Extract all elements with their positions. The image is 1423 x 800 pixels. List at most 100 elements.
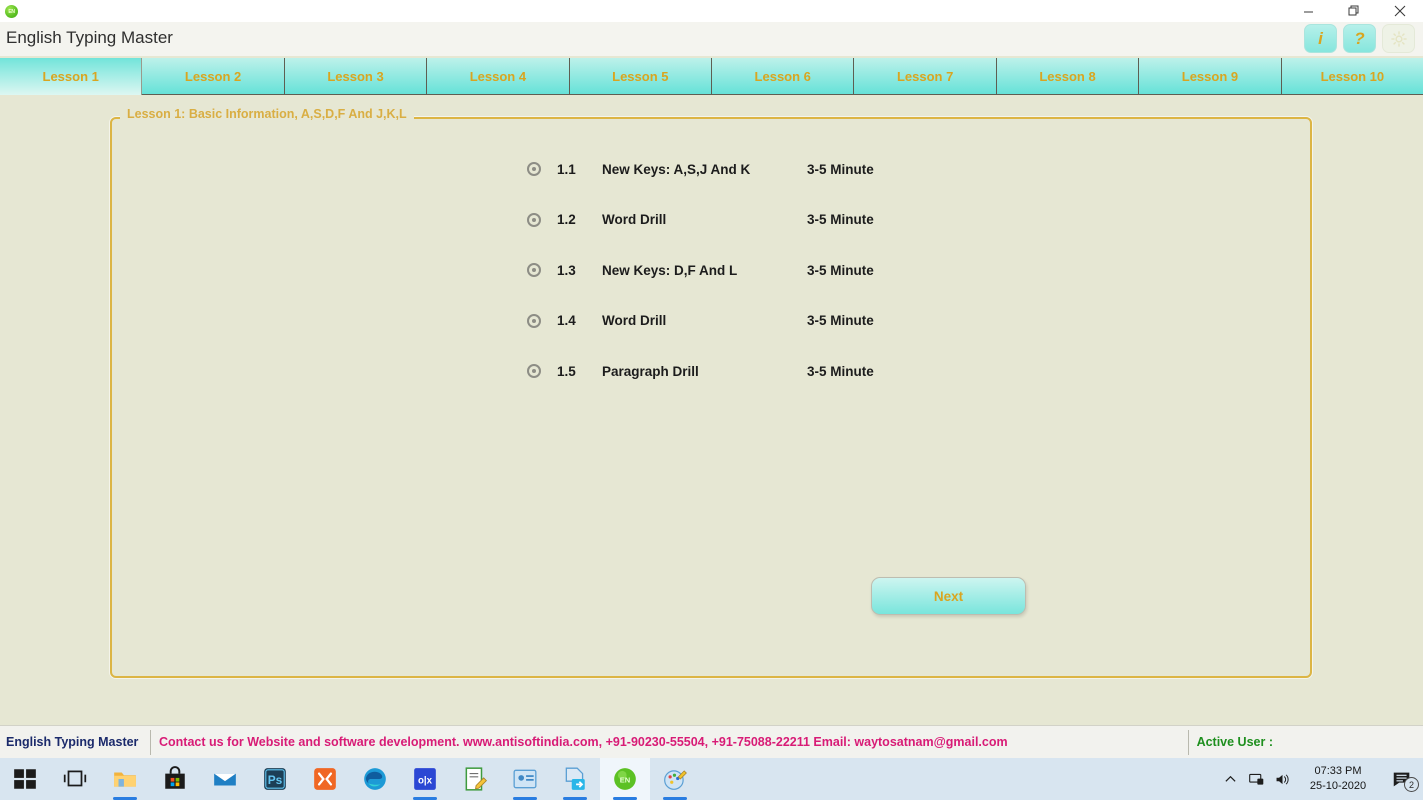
svg-text:o|x: o|x (418, 775, 433, 786)
tab-lesson-3[interactable]: Lesson 3 (284, 58, 428, 95)
notifications-button[interactable]: 2 (1381, 758, 1423, 800)
lesson-name: New Keys: A,S,J And K (602, 161, 751, 177)
list-item[interactable]: 1.5 Paragraph Drill 3-5 Minute (527, 346, 1047, 397)
restore-icon[interactable] (1331, 0, 1377, 22)
clock[interactable]: 07:33 PM 25-10-2020 (1295, 758, 1381, 800)
contact-card-icon (513, 769, 537, 789)
lesson-duration: 3-5 Minute (807, 262, 874, 278)
lesson-tabstrip: Lesson 1 Lesson 2 Lesson 3 Lesson 4 Less… (0, 58, 1423, 95)
windows-taskbar: Ps o|x EN 07:33 PM 25-10-2020 2 (0, 758, 1423, 800)
lesson-content-area: Lesson 1: Basic Information, A,S,D,F And… (0, 95, 1423, 725)
lesson-duration: 3-5 Minute (807, 363, 874, 379)
start-button[interactable] (0, 758, 50, 800)
application-window: EN English Typing Master i ? Lesson 1 Le… (0, 0, 1423, 800)
tab-label: Lesson 8 (1039, 68, 1096, 84)
lesson-name: Word Drill (602, 313, 667, 329)
olx-icon: o|x (414, 768, 436, 790)
tab-lesson-1[interactable]: Lesson 1 (0, 58, 143, 95)
task-view-icon (63, 770, 87, 787)
tab-lesson-4[interactable]: Lesson 4 (427, 58, 570, 95)
mail-button[interactable] (200, 758, 250, 800)
lesson-name: New Keys: D,F And L (602, 262, 738, 278)
help-button[interactable]: ? (1343, 24, 1376, 53)
tab-lesson-2[interactable]: Lesson 2 (142, 58, 285, 95)
network-icon[interactable] (1243, 758, 1269, 800)
notepad-editor-button[interactable] (450, 758, 500, 800)
radio-bullet-icon[interactable] (527, 162, 541, 177)
info-button[interactable]: i (1304, 24, 1337, 53)
status-bar: English Typing Master Contact us for Web… (0, 725, 1423, 758)
photoshop-ps-icon: Ps (264, 768, 286, 790)
microsoft-store-button[interactable] (150, 758, 200, 800)
contacts-button[interactable] (500, 758, 550, 800)
lesson-duration: 3-5 Minute (807, 313, 874, 329)
lesson-number: 1.5 (557, 363, 576, 379)
status-contact-info: Contact us for Website and software deve… (159, 735, 1008, 749)
list-item[interactable]: 1.4 Word Drill 3-5 Minute (527, 296, 1047, 347)
tab-lesson-8[interactable]: Lesson 8 (996, 58, 1140, 95)
paint-button[interactable] (650, 758, 700, 800)
tab-label: Lesson 5 (612, 68, 669, 84)
lesson-duration: 3-5 Minute (807, 212, 874, 228)
orange-app-icon (314, 768, 336, 790)
list-item[interactable]: 1.2 Word Drill 3-5 Minute (527, 195, 1047, 246)
help-button-label: ? (1354, 28, 1365, 48)
olx-button[interactable]: o|x (400, 758, 450, 800)
notepad-pencil-icon (465, 767, 487, 791)
status-active-user: Active User : (1196, 735, 1273, 749)
lesson-groupbox-legend: Lesson 1: Basic Information, A,S,D,F And… (120, 107, 414, 121)
radio-bullet-icon[interactable] (527, 313, 541, 328)
taskbar-icon-list: Ps o|x EN (0, 758, 700, 800)
next-button[interactable]: Next (871, 577, 1026, 615)
notification-count-badge: 2 (1404, 777, 1419, 792)
photoshop-button[interactable]: Ps (250, 758, 300, 800)
minimize-icon[interactable] (1285, 0, 1331, 22)
file-explorer-button[interactable] (100, 758, 150, 800)
radio-bullet-icon[interactable] (527, 263, 541, 278)
tab-lesson-9[interactable]: Lesson 9 (1139, 58, 1282, 95)
edge-browser-icon (364, 768, 386, 790)
store-bag-icon (165, 766, 185, 789)
gear-icon (1390, 30, 1407, 47)
lesson-topic-list: 1.1 New Keys: A,S,J And K 3-5 Minute 1.2… (527, 144, 1047, 397)
header-button-group: i ? (1304, 24, 1415, 53)
tab-label: Lesson 9 (1181, 68, 1239, 84)
list-item[interactable]: 1.1 New Keys: A,S,J And K 3-5 Minute (527, 144, 1047, 195)
tab-lesson-6[interactable]: Lesson 6 (712, 58, 855, 95)
info-button-label: i (1318, 28, 1323, 48)
lesson-number: 1.4 (557, 313, 576, 329)
next-button-label: Next (933, 588, 964, 604)
lesson-name: Word Drill (602, 212, 667, 228)
tab-label: Lesson 6 (754, 68, 811, 84)
tab-label: Lesson 7 (896, 68, 954, 84)
tab-label: Lesson 10 (1320, 68, 1385, 84)
settings-button[interactable] (1382, 24, 1415, 53)
file-export-icon (565, 767, 585, 790)
clock-time: 07:33 PM (1314, 765, 1362, 778)
edge-button[interactable] (350, 758, 400, 800)
status-divider (1187, 729, 1189, 755)
lesson-duration: 3-5 Minute (807, 161, 874, 177)
clock-date: 25-10-2020 (1309, 780, 1367, 792)
windows-icon (14, 769, 36, 789)
paint-palette-icon (664, 770, 687, 790)
mail-envelope-icon (214, 773, 236, 786)
tab-label: Lesson 2 (184, 68, 242, 84)
tab-lesson-10[interactable]: Lesson 10 (1281, 58, 1423, 95)
xampp-button[interactable] (300, 758, 350, 800)
close-icon[interactable] (1377, 0, 1423, 22)
system-tray: 07:33 PM 25-10-2020 2 (1217, 758, 1423, 800)
english-typing-master-button[interactable]: EN (600, 758, 650, 800)
task-view-button[interactable] (50, 758, 100, 800)
radio-bullet-icon[interactable] (527, 364, 541, 379)
export-button[interactable] (550, 758, 600, 800)
tab-lesson-5[interactable]: Lesson 5 (569, 58, 713, 95)
list-item[interactable]: 1.3 New Keys: D,F And L 3-5 Minute (527, 245, 1047, 296)
volume-icon[interactable] (1269, 758, 1295, 800)
tab-lesson-7[interactable]: Lesson 7 (854, 58, 997, 95)
radio-bullet-icon[interactable] (527, 212, 541, 227)
svg-text:Ps: Ps (268, 773, 283, 787)
chevron-up-icon[interactable] (1217, 758, 1243, 800)
status-brand: English Typing Master (6, 735, 139, 749)
svg-text:EN: EN (620, 775, 631, 784)
